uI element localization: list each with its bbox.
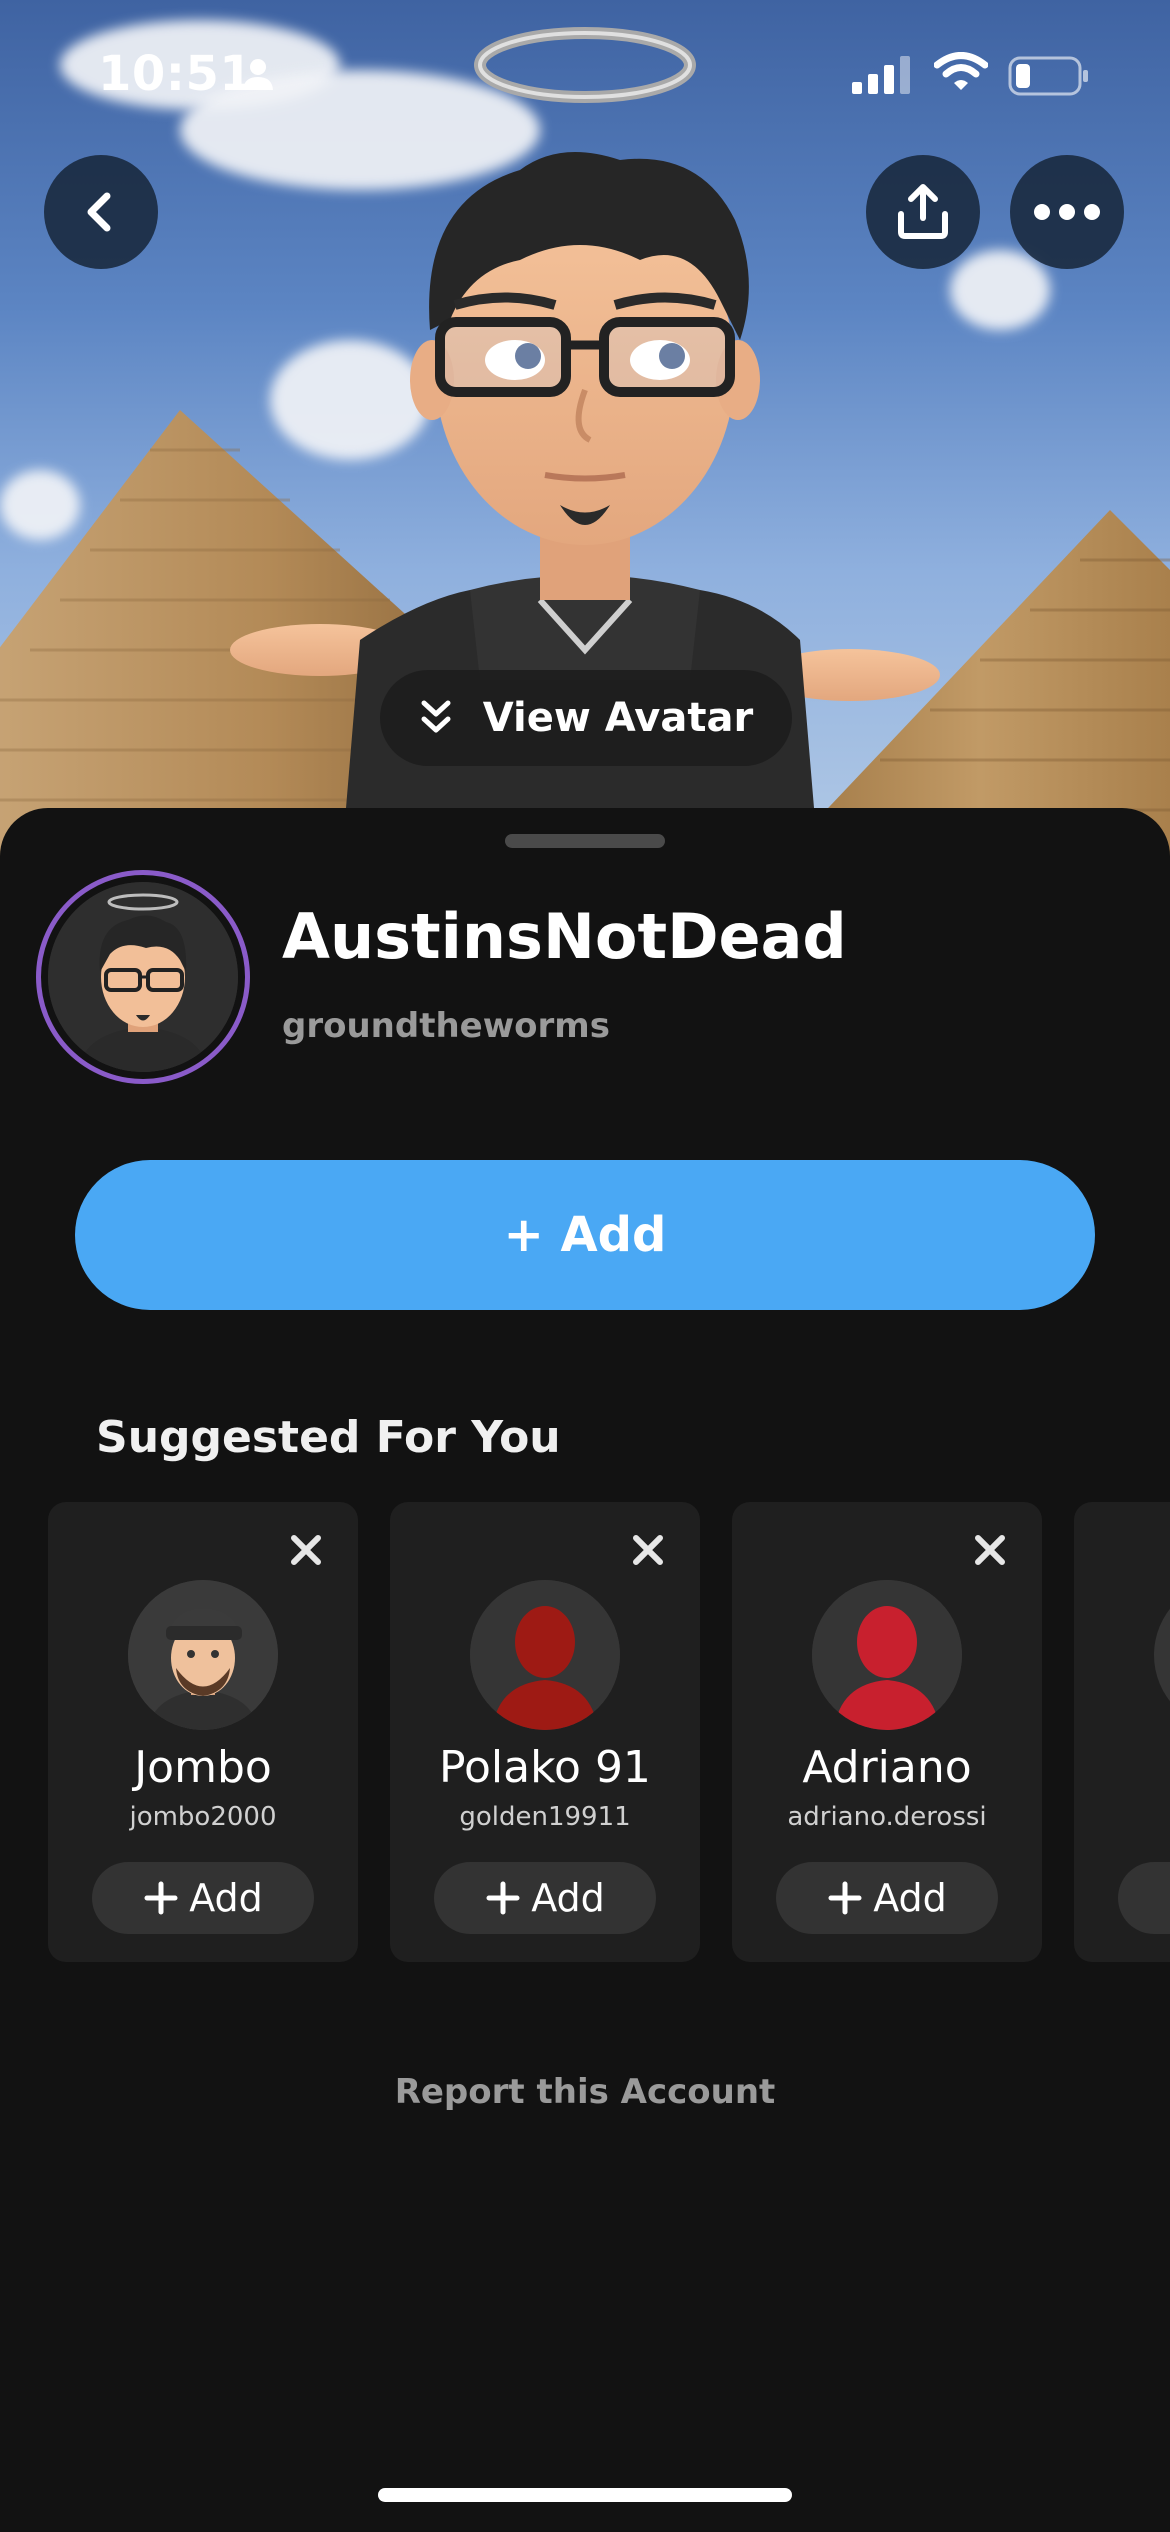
add-friend-button[interactable]: + Add bbox=[75, 1160, 1095, 1310]
suggested-username: jombo2000 bbox=[129, 1802, 277, 1832]
chevron-left-icon bbox=[87, 192, 111, 232]
profile-avatar[interactable] bbox=[36, 870, 250, 1084]
avatar bbox=[128, 1580, 278, 1730]
suggested-friend-card[interactable] bbox=[1074, 1502, 1170, 1962]
suggested-friend-card[interactable]: Polako 91 golden19911 Add bbox=[390, 1502, 700, 1962]
avatar bbox=[470, 1580, 620, 1730]
share-button[interactable] bbox=[866, 155, 980, 269]
suggested-username: golden19911 bbox=[459, 1802, 631, 1832]
wifi-icon bbox=[933, 52, 989, 96]
person-icon bbox=[240, 56, 276, 96]
status-bar: 10:51 bbox=[0, 0, 1170, 150]
avatar-hero-background: 10:51 View Avatar bbox=[0, 0, 1170, 880]
add-suggested-button[interactable] bbox=[1118, 1862, 1170, 1934]
sheet-grabber[interactable] bbox=[505, 834, 665, 848]
view-avatar-button[interactable]: View Avatar bbox=[380, 670, 792, 766]
more-options-button[interactable] bbox=[1010, 155, 1124, 269]
username: groundtheworms bbox=[282, 1006, 610, 1046]
profile-sheet: AustinsNotDead groundtheworms + Add Sugg… bbox=[0, 808, 1170, 2532]
add-suggested-button[interactable]: Add bbox=[434, 1862, 656, 1934]
plus-icon bbox=[144, 1881, 178, 1915]
suggested-name: Jombo bbox=[134, 1742, 272, 1793]
plus-icon bbox=[828, 1881, 862, 1915]
add-label: Add bbox=[531, 1876, 605, 1920]
add-suggested-button[interactable]: Add bbox=[92, 1862, 314, 1934]
close-icon[interactable] bbox=[972, 1532, 1008, 1568]
add-suggested-button[interactable]: Add bbox=[776, 1862, 998, 1934]
cellular-signal-icon bbox=[852, 56, 912, 98]
avatar bbox=[1154, 1580, 1170, 1730]
display-name: AustinsNotDead bbox=[282, 900, 847, 973]
status-time: 10:51 bbox=[98, 46, 254, 102]
suggested-username: adriano.derossi bbox=[787, 1802, 987, 1832]
add-label: Add bbox=[189, 1876, 263, 1920]
suggested-friend-card[interactable]: Adriano adriano.derossi Add bbox=[732, 1502, 1042, 1962]
avatar bbox=[48, 882, 238, 1072]
suggested-name: Adriano bbox=[802, 1742, 972, 1793]
share-icon bbox=[898, 184, 948, 239]
avatar bbox=[812, 1580, 962, 1730]
double-chevron-down-icon bbox=[421, 700, 451, 733]
suggested-for-you-heading: Suggested For You bbox=[96, 1412, 561, 1463]
suggested-friend-card[interactable]: Jombo jombo2000 Add bbox=[48, 1502, 358, 1962]
home-indicator bbox=[378, 2488, 792, 2502]
more-dots-icon bbox=[1034, 204, 1100, 220]
profile-screen: 10:51 View Avatar AustinsNotDead groundt… bbox=[0, 0, 1170, 2532]
add-label: Add bbox=[873, 1876, 947, 1920]
plus-icon bbox=[486, 1881, 520, 1915]
close-icon[interactable] bbox=[288, 1532, 324, 1568]
back-button[interactable] bbox=[44, 155, 158, 269]
battery-icon bbox=[1008, 56, 1090, 100]
close-icon[interactable] bbox=[630, 1532, 666, 1568]
report-account-link[interactable]: Report this Account bbox=[0, 2072, 1170, 2112]
suggested-name: Polako 91 bbox=[439, 1742, 651, 1793]
view-avatar-label: View Avatar bbox=[482, 695, 754, 741]
